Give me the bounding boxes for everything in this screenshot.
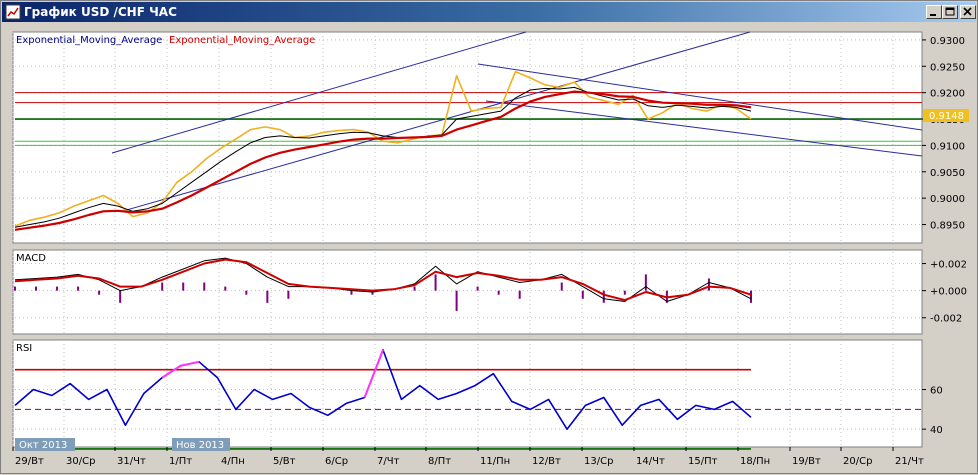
macd-tick-label: -0.002 — [930, 314, 962, 325]
macd-tick-label: +0.002 — [930, 260, 967, 271]
x-tick-label: 15/Пт — [688, 456, 718, 467]
x-tick-label: 18/Пн — [740, 456, 770, 467]
x-tick-label: 1/Пт — [169, 456, 192, 467]
x-tick-label: 31/Чт — [117, 456, 146, 467]
price-tick-label: 0.9250 — [930, 62, 965, 73]
price-tick-label: 0.9300 — [930, 36, 965, 47]
x-tick-label: 8/Пт — [428, 456, 451, 467]
x-tick-label: 4/Пн — [221, 456, 245, 467]
legend-ema-blue: Exponential_Moving_Average — [16, 35, 162, 46]
price-tick-label: 0.8950 — [930, 221, 965, 232]
rsi-tick-label: 60 — [930, 386, 943, 397]
price-tick-label: 0.9100 — [930, 141, 965, 152]
rsi-tick-label: 40 — [930, 425, 943, 436]
macd-panel — [12, 249, 923, 335]
rsi-label: RSI — [16, 343, 32, 354]
x-tick-label: 13/Ср — [584, 456, 613, 467]
month-label-oct: Окт 2013 — [19, 440, 67, 451]
price-tick-label: 0.9000 — [930, 194, 965, 205]
chart-window: График USD /CHF ЧАС 29/Вт 30/Ср 31/Чт 1/Пт 4… — [0, 0, 978, 474]
current-price-label: 0.9148 — [929, 111, 964, 122]
x-tick-label: 21/Чт — [895, 456, 924, 467]
rsi-panel — [12, 339, 923, 448]
x-tick-label: 6/Ср — [325, 456, 348, 467]
x-tick-label: 7/Чт — [377, 456, 400, 467]
x-tick-label: 29/Вт — [15, 456, 44, 467]
month-label-nov: Нов 2013 — [176, 440, 224, 451]
x-tick-label: 14/Чт — [636, 456, 665, 467]
macd-label: MACD — [16, 253, 46, 264]
macd-tick-label: +0.000 — [930, 287, 967, 298]
price-tick-label: 0.9200 — [930, 89, 965, 100]
x-tick-label: 30/Ср — [66, 456, 95, 467]
x-tick-label: 19/Вт — [792, 456, 821, 467]
x-tick-label: 20/Ср — [843, 456, 872, 467]
chart-area[interactable]: 29/Вт 30/Ср 31/Чт 1/Пт 4/Пн 5/Вт 6/Ср 7/Чт 8/Пт 1… — [1, 1, 978, 475]
x-tick-label: 12/Вт — [532, 456, 561, 467]
x-tick-label: 11/Пн — [480, 456, 510, 467]
x-tick-label: 5/Вт — [273, 456, 296, 467]
price-tick-label: 0.9050 — [930, 168, 965, 179]
legend-ema-red: Exponential_Moving_Average — [169, 35, 315, 46]
